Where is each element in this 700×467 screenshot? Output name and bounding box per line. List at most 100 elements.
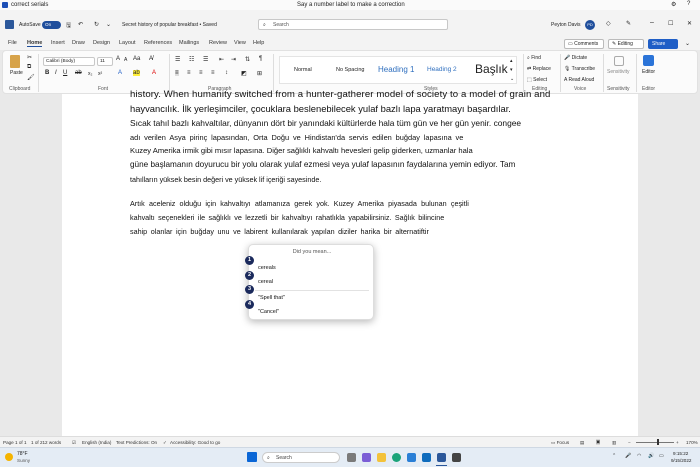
microphone-icon[interactable] <box>2 2 8 8</box>
user-name[interactable]: Peyton Davis <box>551 22 580 28</box>
diamond-icon[interactable]: ◇ <box>606 20 611 27</box>
styles-up-icon[interactable]: ▴ <box>510 58 513 64</box>
comments-button[interactable]: ▭ Comments <box>564 39 604 49</box>
styles-down-icon[interactable]: ▾ <box>510 67 513 73</box>
sensitivity-icon[interactable] <box>614 56 624 66</box>
tab-view[interactable]: View <box>234 40 246 46</box>
tab-file[interactable]: File <box>8 40 17 46</box>
highlight-icon[interactable]: ab <box>133 70 140 76</box>
shading-icon[interactable]: ◩ <box>241 70 247 77</box>
focus-button[interactable]: ▭ Focus <box>551 440 569 446</box>
suggestion-item[interactable]: cereals <box>258 265 276 271</box>
numbering-icon[interactable]: ☷ <box>189 56 194 63</box>
web-layout-icon[interactable]: ▥ <box>612 440 616 446</box>
avatar[interactable]: PD <box>585 20 595 30</box>
decrease-indent-icon[interactable]: ⇤ <box>219 56 224 63</box>
save-icon[interactable]: 🖫 <box>66 21 71 31</box>
tab-layout[interactable]: Layout <box>119 40 136 46</box>
pilcrow-icon[interactable]: ¶ <box>259 56 262 62</box>
tab-draw[interactable]: Draw <box>72 40 85 46</box>
zoom-slider[interactable] <box>636 442 674 443</box>
strikethrough-icon[interactable]: ab <box>75 70 82 76</box>
increase-indent-icon[interactable]: ⇥ <box>231 56 236 63</box>
align-left-icon[interactable]: ≡ <box>175 70 179 76</box>
accessibility-status[interactable]: Accessibility: Good to go <box>170 440 220 445</box>
edge-icon[interactable] <box>392 453 401 462</box>
text-effects-icon[interactable]: A <box>118 70 122 76</box>
collapse-ribbon-icon[interactable]: ⌄ <box>685 40 690 47</box>
zoom-in-icon[interactable]: + <box>676 440 679 445</box>
format-painter-icon[interactable]: 🖌 <box>27 74 35 81</box>
document-title[interactable]: Secret history of popular breakfast • Sa… <box>122 22 217 28</box>
wifi-icon[interactable]: ◠ <box>637 453 641 459</box>
editing-mode-button[interactable]: ✎ Editing <box>608 39 644 49</box>
tab-references[interactable]: References <box>144 40 172 46</box>
multilevel-list-icon[interactable]: ☰ <box>203 56 208 63</box>
share-button[interactable]: Share <box>648 39 678 49</box>
weather-icon[interactable] <box>5 453 13 461</box>
redo-icon[interactable]: ↻ <box>94 21 99 28</box>
italic-icon[interactable]: I <box>55 70 57 76</box>
underline-icon[interactable]: U <box>63 70 67 76</box>
help-icon[interactable]: ? <box>687 1 690 7</box>
style-title[interactable]: Başlık <box>475 62 508 76</box>
battery-icon[interactable]: ▭ <box>659 453 664 459</box>
gear-icon[interactable]: ⚙ <box>671 1 676 8</box>
chat-icon[interactable] <box>362 453 371 462</box>
clock-time[interactable]: 9:15:22 <box>673 451 688 456</box>
customize-qat-icon[interactable]: ⌄ <box>106 21 111 28</box>
tab-help[interactable]: Help <box>253 40 264 46</box>
cut-icon[interactable]: ✂ <box>27 54 32 61</box>
style-heading-1[interactable]: Heading 1 <box>378 65 414 74</box>
font-name-select[interactable]: Calibri (Body) <box>43 57 95 66</box>
terminal-icon[interactable] <box>452 453 461 462</box>
weather-temp[interactable]: 78°F <box>17 451 28 457</box>
dictate-button[interactable]: 🎤 Dictate <box>564 55 587 61</box>
tab-mailings[interactable]: Mailings <box>179 40 199 46</box>
style-normal[interactable]: Normal <box>294 67 312 73</box>
tab-review[interactable]: Review <box>209 40 227 46</box>
mic-tray-icon[interactable]: 🎤 <box>625 453 631 459</box>
tab-insert[interactable]: Insert <box>51 40 65 46</box>
taskbar-search[interactable]: ⌕ Search <box>262 452 340 463</box>
tab-home[interactable]: Home <box>27 40 43 47</box>
language-status[interactable]: English (India) <box>82 440 111 445</box>
find-button[interactable]: ⌕ Find <box>527 55 541 61</box>
transcribe-button[interactable]: 🎙 Transcribe <box>564 66 595 72</box>
word-taskbar-icon[interactable] <box>437 453 446 462</box>
autosave-toggle[interactable]: On <box>42 21 61 29</box>
start-icon[interactable] <box>247 452 257 462</box>
word-count[interactable]: 1 of 212 words <box>31 440 61 445</box>
tab-design[interactable]: Design <box>93 40 110 46</box>
bullets-icon[interactable]: ☰ <box>175 56 180 63</box>
spell-that-item[interactable]: "Spell that" <box>258 295 285 301</box>
replace-button[interactable]: ⇄ Replace <box>527 66 551 72</box>
paste-icon[interactable] <box>10 55 20 68</box>
grow-font-icon[interactable]: A <box>116 56 120 62</box>
undo-icon[interactable]: ↶ <box>78 21 83 28</box>
font-size-select[interactable]: 11 <box>97 57 113 66</box>
chevron-up-icon[interactable]: ⌃ <box>612 453 616 459</box>
editor-icon[interactable] <box>643 55 654 66</box>
mail-icon[interactable] <box>422 453 431 462</box>
paste-button-label[interactable]: Paste <box>10 70 23 76</box>
suggestion-item[interactable]: cereal <box>258 279 273 285</box>
page-count[interactable]: Page 1 of 1 <box>3 440 27 445</box>
style-heading-2[interactable]: Heading 2 <box>427 66 457 73</box>
zoom-slider-thumb[interactable] <box>657 439 659 445</box>
style-no-spacing[interactable]: No Spacing <box>336 67 364 73</box>
clock-date[interactable]: 9/15/2022 <box>671 458 691 463</box>
bold-icon[interactable]: B <box>45 70 49 76</box>
close-icon[interactable]: ✕ <box>687 20 692 27</box>
file-explorer-icon[interactable] <box>377 453 386 462</box>
subscript-icon[interactable]: x₂ <box>88 71 92 77</box>
print-layout-icon[interactable]: ▣ <box>596 439 601 445</box>
copy-icon[interactable]: ⧉ <box>27 64 31 71</box>
read-aloud-button[interactable]: A Read Aloud <box>564 77 594 83</box>
zoom-level[interactable]: 170% <box>686 440 698 445</box>
align-right-icon[interactable]: ≡ <box>199 70 203 76</box>
minimize-icon[interactable]: – <box>650 19 654 26</box>
proofing-icon[interactable]: ☑ <box>72 440 76 446</box>
zoom-out-icon[interactable]: − <box>628 440 631 445</box>
justify-icon[interactable]: ≡ <box>211 70 215 76</box>
